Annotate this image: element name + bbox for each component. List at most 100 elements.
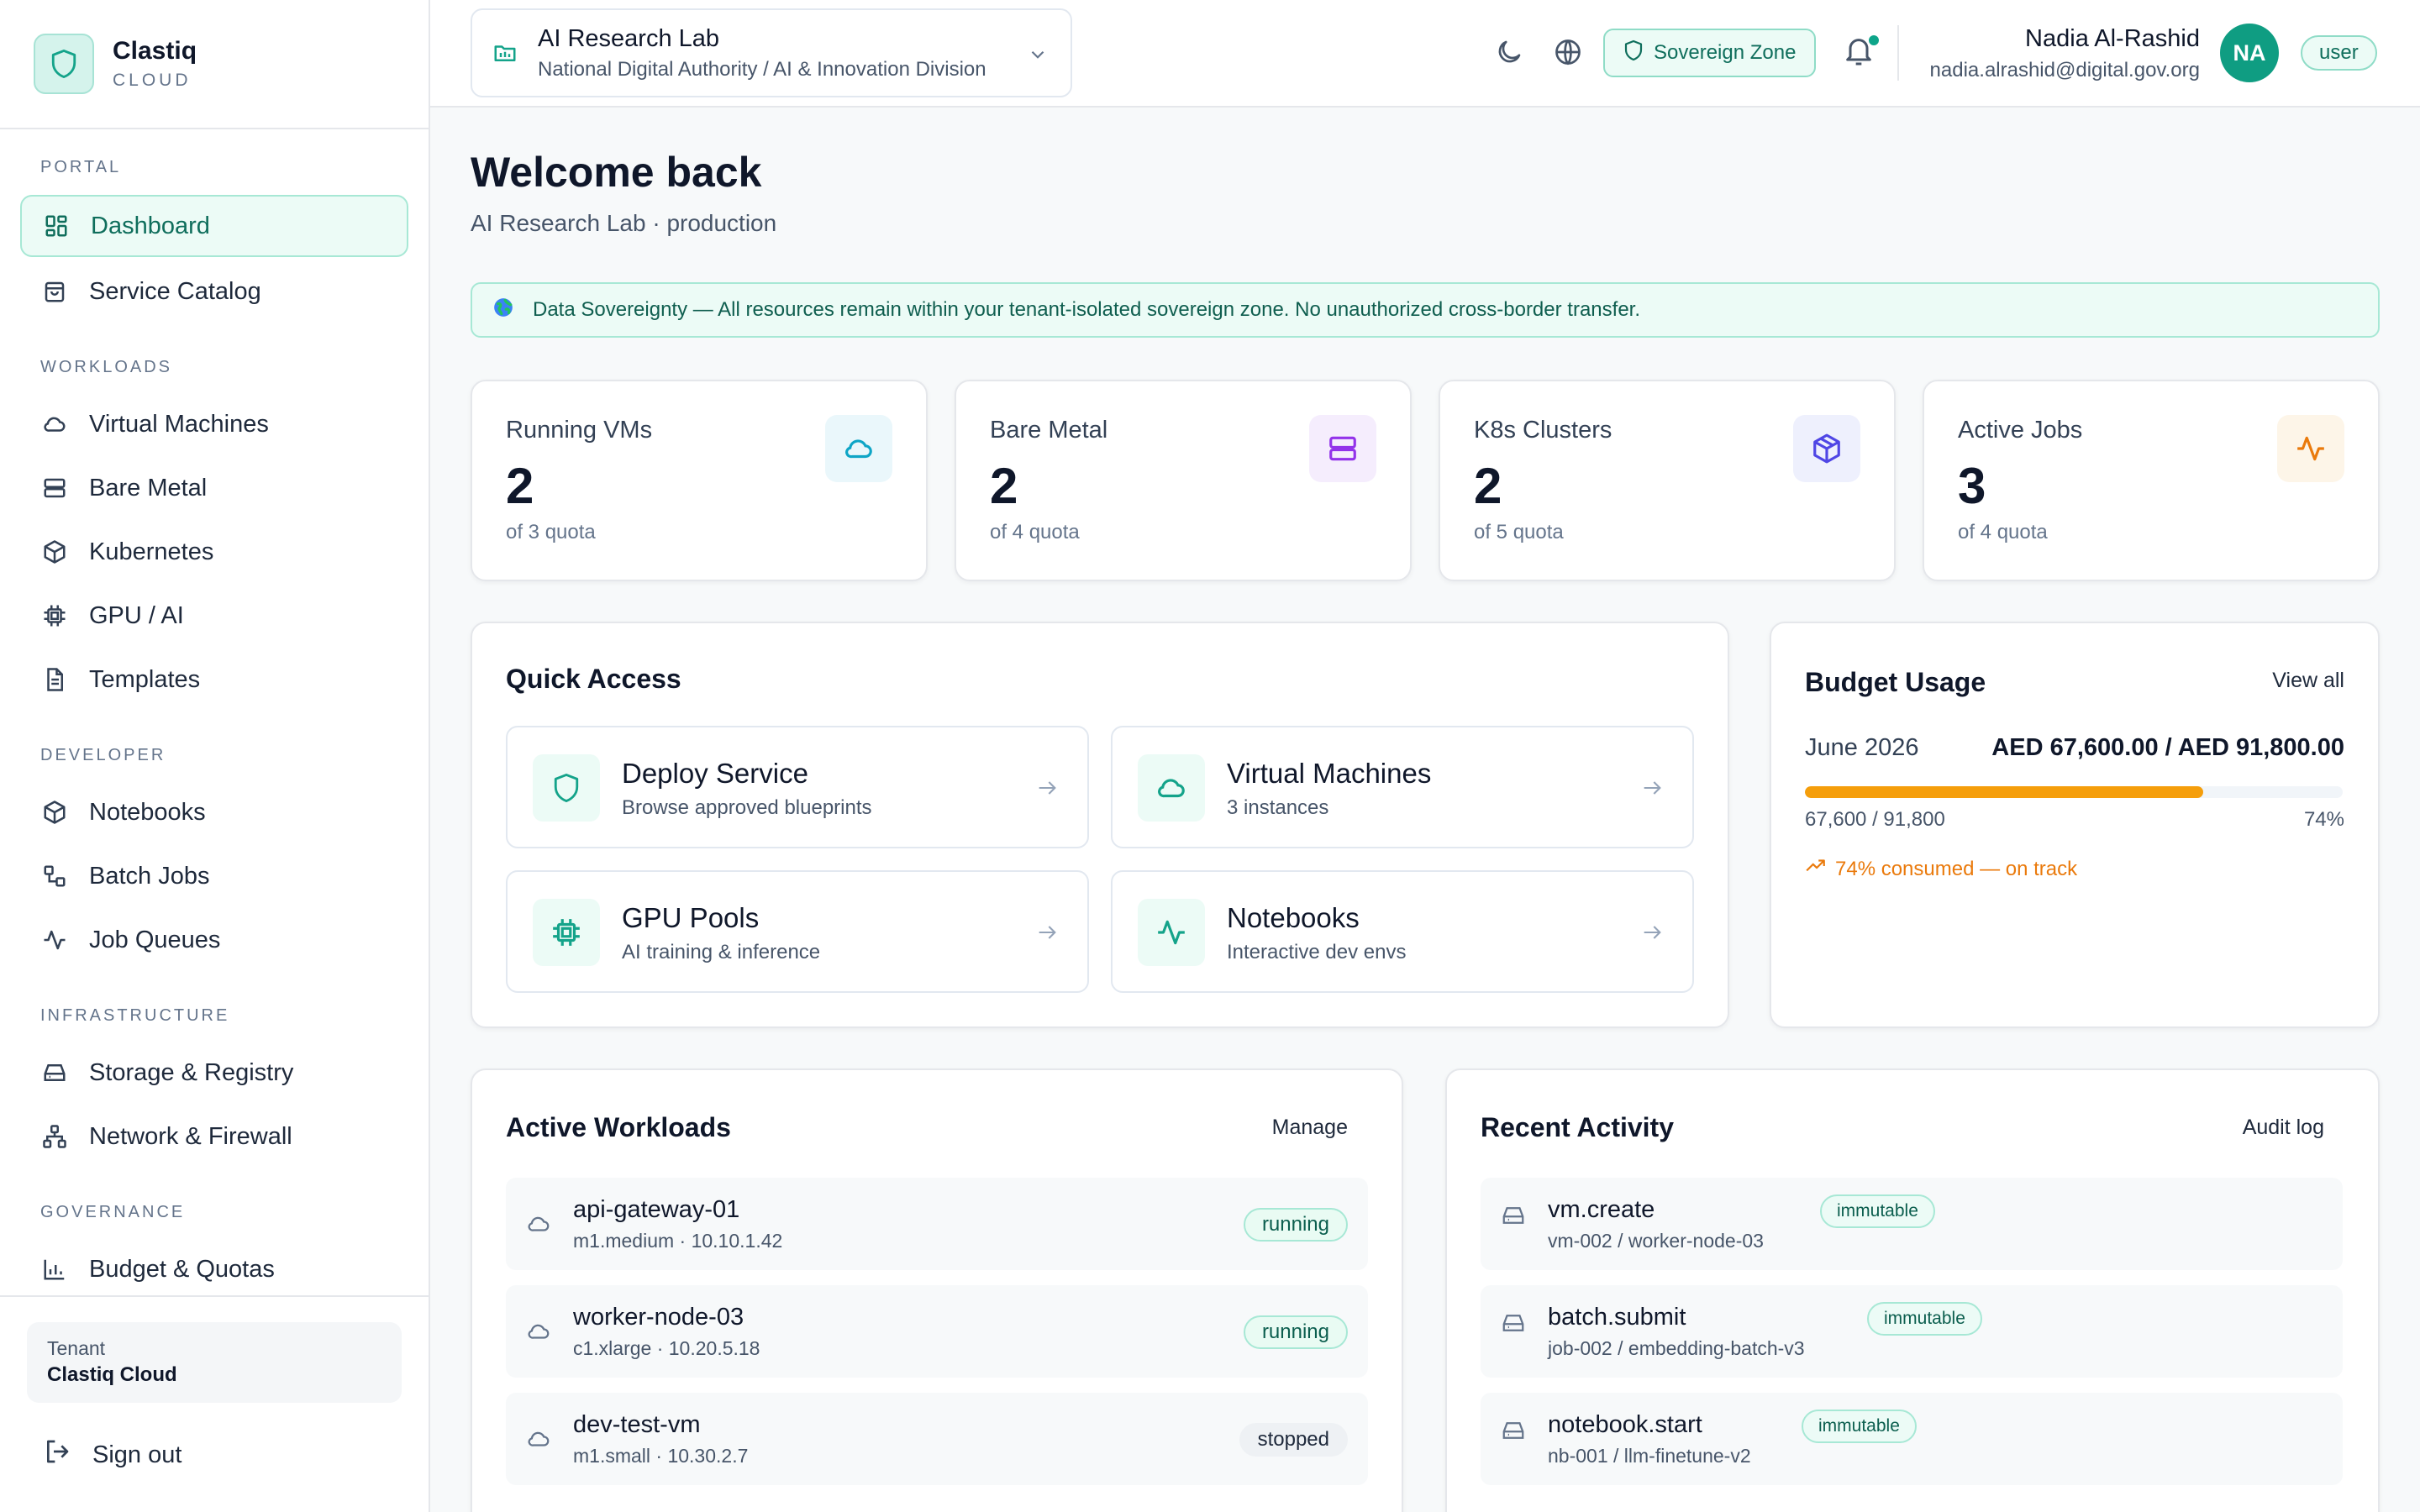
bar-chart-icon (40, 1255, 69, 1284)
globe-icon (492, 297, 514, 324)
globe-icon[interactable] (1553, 37, 1583, 71)
quick-tile-virtual-machines[interactable]: Virtual Machines 3 instances (1111, 726, 1694, 848)
workload-row[interactable]: api-gateway-01 m1.medium · 10.10.1.42 ru… (506, 1178, 1368, 1270)
shield-icon (533, 754, 600, 822)
sidebar-item-gpu[interactable]: GPU / AI (20, 585, 408, 647)
budget-usage-card: Budget Usage View all June 2026 AED 67,6… (1770, 622, 2380, 1028)
workload-name: api-gateway-01 (573, 1196, 740, 1223)
sidebar-item-budget[interactable]: Budget & Quotas (20, 1238, 408, 1300)
budget-month: June 2026 (1805, 734, 1919, 761)
arrow-right-icon (1640, 776, 1664, 804)
sidebar-item-dashboard[interactable]: Dashboard (20, 195, 408, 257)
activity-row[interactable]: vm.create vm-002 / worker-node-03 immuta… (1481, 1178, 2343, 1270)
activity-name: notebook.start (1548, 1411, 1702, 1438)
activity-row[interactable]: batch.submit job-002 / embedding-batch-v… (1481, 1285, 2343, 1378)
package-icon (40, 798, 69, 827)
tile-subtitle: Interactive dev envs (1227, 941, 1407, 963)
activity-icon (2277, 415, 2344, 482)
workloads-title: Active Workloads (506, 1112, 731, 1142)
server-icon (1309, 415, 1376, 482)
audit-log-link[interactable]: Audit log (2243, 1116, 2324, 1140)
grid-icon (42, 212, 71, 240)
activity-row[interactable]: notebook.start nb-001 / llm-finetune-v2 … (1481, 1393, 2343, 1485)
sidebar-item-kubernetes[interactable]: Kubernetes (20, 521, 408, 583)
budget-used: 67,600 / 91,800 (1805, 808, 1945, 831)
sidebar-item-label: GPU / AI (89, 601, 184, 629)
sidebar-item-vms[interactable]: Virtual Machines (20, 393, 408, 455)
sidebar-item-catalog[interactable]: Service Catalog (20, 260, 408, 323)
section-developer: DEVELOPER (40, 746, 166, 764)
stat-card-k8s[interactable]: K8s Clusters 2 of 5 quota (1439, 380, 1896, 581)
stat-value: 2 (1474, 458, 1502, 514)
chip-icon (40, 601, 69, 630)
sign-out-button[interactable]: Sign out (44, 1438, 182, 1472)
sidebar-item-network[interactable]: Network & Firewall (20, 1105, 408, 1168)
project-selector[interactable]: AI Research Lab National Digital Authori… (471, 8, 1072, 97)
stat-quota: of 5 quota (1474, 521, 1564, 543)
tile-title: Virtual Machines (1227, 758, 1432, 789)
workload-row[interactable]: worker-node-03 c1.xlarge · 10.20.5.18 ru… (506, 1285, 1368, 1378)
immutable-badge: immutable (1867, 1302, 1982, 1336)
activity-meta: vm-002 / worker-node-03 (1548, 1230, 1764, 1252)
stat-card-baremetal[interactable]: Bare Metal 2 of 4 quota (955, 380, 1412, 581)
section-portal: PORTAL (40, 158, 122, 176)
brand[interactable]: Clastiq CLOUD (0, 0, 429, 129)
activity-icon (40, 926, 69, 954)
quick-tile-notebooks[interactable]: Notebooks Interactive dev envs (1111, 870, 1694, 993)
sidebar-item-label: Notebooks (89, 798, 206, 826)
tile-title: GPU Pools (622, 902, 760, 933)
arrow-right-icon (1640, 921, 1664, 948)
stat-card-vms[interactable]: Running VMs 2 of 3 quota (471, 380, 928, 581)
sovereign-zone-badge[interactable]: Sovereign Zone (1603, 29, 1817, 77)
budget-title: Budget Usage (1805, 667, 1986, 697)
shield-icon (34, 34, 94, 94)
workflow-icon (40, 862, 69, 890)
sidebar-item-label: Batch Jobs (89, 862, 210, 890)
quick-tile-deploy-service[interactable]: Deploy Service Browse approved blueprint… (506, 726, 1089, 848)
stat-label: Active Jobs (1958, 417, 2083, 444)
topbar: AI Research Lab National Digital Authori… (430, 0, 2420, 108)
stat-label: Bare Metal (990, 417, 1108, 444)
avatar[interactable]: NA (2220, 24, 2279, 82)
tile-subtitle: Browse approved blueprints (622, 796, 872, 819)
workload-meta: m1.small · 10.30.2.7 (573, 1445, 749, 1467)
activity-meta: nb-001 / llm-finetune-v2 (1548, 1445, 1751, 1467)
shield-icon (1623, 39, 1644, 67)
bag-icon (40, 277, 69, 306)
budget-percent: 74% (2303, 808, 2344, 831)
notification-dot (1867, 34, 1881, 47)
view-all-link[interactable]: View all (2272, 669, 2344, 693)
quick-tile-gpu-pools[interactable]: GPU Pools AI training & inference (506, 870, 1089, 993)
folder-icon (492, 40, 518, 66)
sidebar-item-baremetal[interactable]: Bare Metal (20, 457, 408, 519)
sidebar-item-storage[interactable]: Storage & Registry (20, 1042, 408, 1104)
workload-row[interactable]: dev-test-vm m1.small · 10.30.2.7 stopped (506, 1393, 1368, 1485)
stat-label: K8s Clusters (1474, 417, 1612, 444)
cloud-icon (1138, 754, 1205, 822)
budget-note: 74% consumed — on track (1805, 855, 2077, 883)
status-badge: running (1243, 1208, 1348, 1242)
sidebar-item-templates[interactable]: Templates (20, 648, 408, 711)
manage-link[interactable]: Manage (1272, 1116, 1348, 1140)
sidebar-item-notebooks[interactable]: Notebooks (20, 781, 408, 843)
cloud-icon (526, 1319, 551, 1348)
cloud-icon (526, 1211, 551, 1241)
sidebar-item-label: Network & Firewall (89, 1122, 292, 1150)
sidebar-item-label: Budget & Quotas (89, 1255, 275, 1283)
sovereignty-banner-text: Data Sovereignty — All resources remain … (533, 298, 1640, 321)
sidebar-item-queues[interactable]: Job Queues (20, 909, 408, 971)
activity-name: batch.submit (1548, 1304, 1686, 1331)
active-workloads-card: Active Workloads Manage api-gateway-01 m… (471, 1068, 1403, 1512)
tenant-label: Tenant (47, 1337, 106, 1359)
budget-progress-fill (1805, 786, 2203, 798)
sidebar-item-label: Virtual Machines (89, 410, 269, 438)
cloud-icon (40, 410, 69, 438)
workload-meta: c1.xlarge · 10.20.5.18 (573, 1337, 760, 1359)
stat-card-jobs[interactable]: Active Jobs 3 of 4 quota (1923, 380, 2380, 581)
moon-icon[interactable] (1494, 37, 1524, 71)
sidebar-footer: Tenant Clastiq Cloud Sign out (0, 1295, 429, 1512)
sidebar-item-batch[interactable]: Batch Jobs (20, 845, 408, 907)
log-out-icon (44, 1438, 71, 1472)
sidebar-item-label: Service Catalog (89, 277, 261, 305)
recent-activity-card: Recent Activity Audit log vm.create vm-0… (1445, 1068, 2380, 1512)
